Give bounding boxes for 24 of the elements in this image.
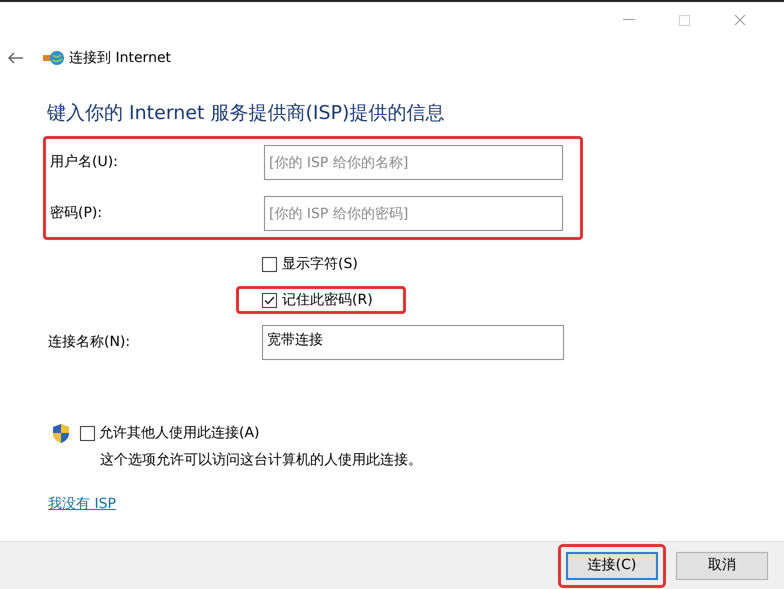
field-label: 连接名称(N):	[48, 333, 132, 352]
globe-icon	[43, 50, 65, 66]
shield-icon	[52, 423, 70, 444]
cancel-button[interactable]: 取消	[676, 552, 768, 580]
field-label: 密码(P):	[50, 204, 104, 223]
close-icon[interactable]	[734, 14, 746, 26]
window-title: 连接到 Internet	[69, 48, 172, 68]
checkbox-label[interactable]: 允许其他人使用此连接(A)	[99, 423, 260, 444]
back-arrow-icon[interactable]	[8, 52, 24, 64]
connect-button[interactable]: 连接(C)	[566, 552, 658, 580]
checkbox-label[interactable]: 显示字符(S)	[282, 254, 358, 274]
field-label: 用户名(U):	[50, 153, 119, 172]
checkbox-label[interactable]: 记住此密码(R)	[282, 290, 373, 310]
page-heading: 键入你的 Internet 服务提供商(ISP)提供的信息	[47, 101, 446, 126]
input-field[interactable]: [你的 ISP 给你的密码]	[264, 196, 563, 231]
input-field[interactable]: [你的 ISP 给你的名称]	[264, 145, 563, 180]
checkbox[interactable]	[262, 292, 277, 308]
option-description: 这个选项允许可以访问这台计算机的人使用此连接。	[100, 451, 423, 470]
no-isp-link[interactable]: 我没有 ISP	[48, 496, 116, 512]
connection-name-field[interactable]: 宽带连接	[262, 325, 564, 360]
minimize-icon[interactable]	[623, 19, 635, 21]
check-icon	[264, 296, 275, 304]
checkbox[interactable]	[80, 426, 95, 441]
checkbox[interactable]	[262, 256, 277, 272]
